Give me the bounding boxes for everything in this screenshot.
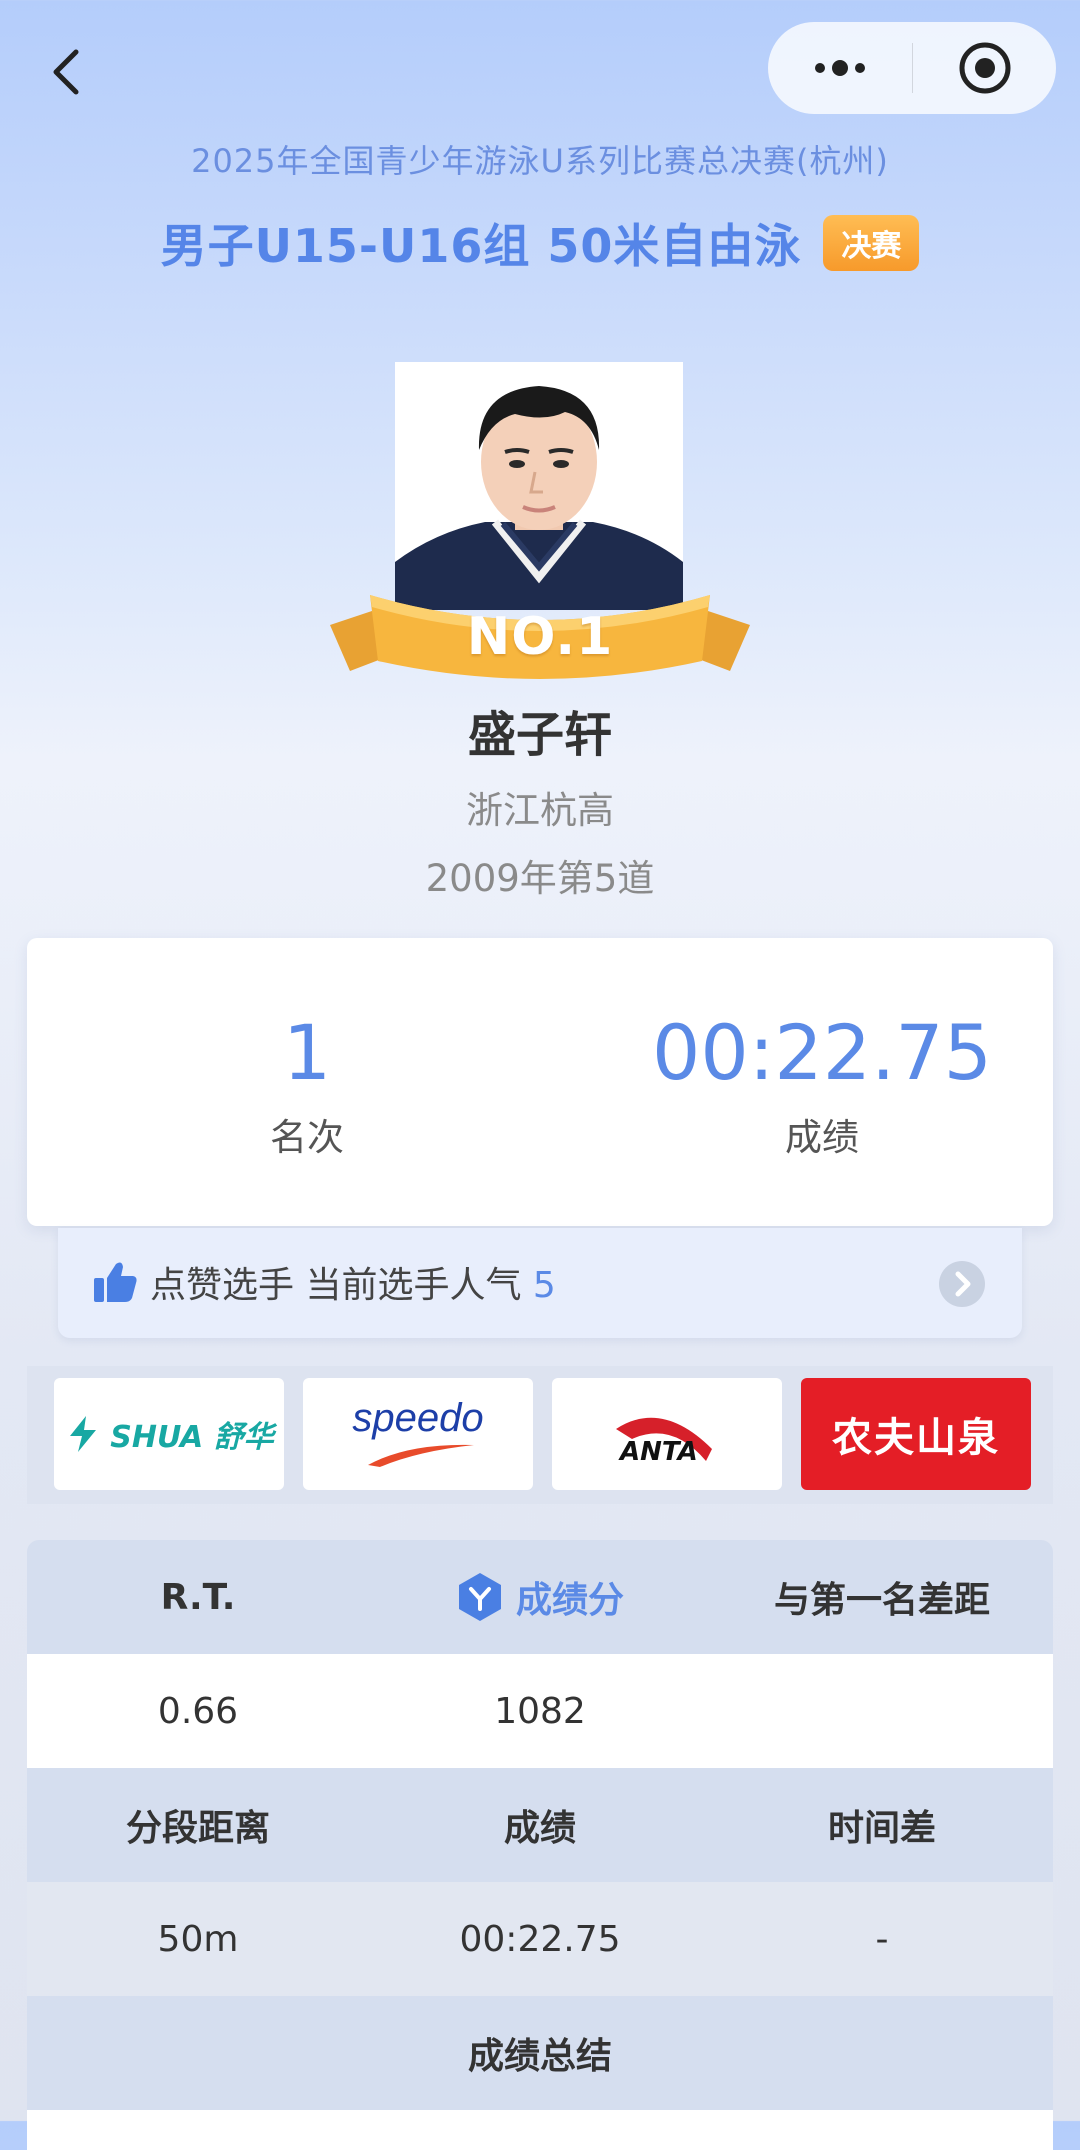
gap-value — [711, 1654, 1053, 1768]
sponsor-nongfu-label: 农夫山泉 — [832, 1415, 1000, 1461]
athlete-lane-info: 2009年第5道 — [425, 857, 655, 900]
header-rt: R.T. — [160, 1576, 236, 1618]
sponsor-shua-label: SHUA 舒华 — [110, 1420, 274, 1455]
rank-label: 名次 — [270, 1116, 344, 1159]
chevron-left-icon — [53, 49, 79, 95]
table-row: 0.66 1082 — [27, 1654, 1053, 1768]
event-title: 男子U15-U16组 50米自由泳 — [160, 219, 802, 273]
back-button[interactable] — [40, 30, 100, 110]
header-score: 成绩分 — [369, 1540, 711, 1654]
header-split-time: 成绩 — [503, 1808, 576, 1849]
stats-table: R.T. 成绩分 与第一名差距 0.66 1082 分段距离 成绩 时间差 50… — [27, 1540, 1053, 2150]
rank-value: 1 — [282, 1008, 332, 1097]
header-score-label: 成绩分 — [515, 1580, 624, 1621]
athlete-team: 浙江杭高 — [466, 789, 614, 832]
sponsor-anta-label: ANTA — [620, 1437, 698, 1467]
table-row: 50m 00:22.75 - — [27, 1882, 1053, 1996]
athlete-portrait-image — [395, 362, 683, 610]
like-count: 5 — [532, 1265, 556, 1306]
time-label: 成绩 — [785, 1116, 859, 1159]
mini-program-capsule — [768, 22, 1056, 114]
rank-badge-text: NO.1 — [466, 607, 614, 667]
chevron-right-circle-icon[interactable] — [938, 1260, 986, 1308]
header-split-distance: 分段距离 — [125, 1808, 270, 1849]
sponsor-shua[interactable]: SHUA 舒华 — [54, 1378, 284, 1490]
more-dots-icon — [814, 60, 865, 76]
summary-header: 成绩总结 — [467, 2036, 612, 2077]
score-value: 1082 — [494, 1690, 586, 1732]
speedo-boomerang-icon — [367, 1444, 474, 1467]
sponsor-strip: SHUA 舒华 speedo ANTA 农夫山泉 — [27, 1366, 1053, 1504]
athlete-name: 盛子轩 — [467, 707, 612, 763]
close-button[interactable] — [913, 40, 1056, 96]
sponsor-nongfu[interactable]: 农夫山泉 — [801, 1378, 1031, 1490]
rt-value: 0.66 — [157, 1690, 239, 1732]
split-time-value: 00:22.75 — [459, 1918, 621, 1960]
split-distance-value: 50m — [157, 1918, 239, 1960]
like-text: 点赞选手 当前选手人气 5 — [150, 1256, 556, 1308]
competition-title: 2025年全国青少年游泳U系列比赛总决赛(杭州) — [191, 142, 889, 180]
table-header-row: 分段距离 成绩 时间差 — [27, 1768, 1053, 1882]
table-row — [27, 2110, 1053, 2150]
target-close-icon — [959, 42, 1010, 94]
thumbs-up-icon — [94, 1262, 137, 1302]
sponsor-anta[interactable]: ANTA — [552, 1378, 782, 1490]
like-label: 点赞选手 当前选手人气 — [150, 1265, 522, 1306]
table-header-row: R.T. 成绩分 与第一名差距 — [27, 1540, 1053, 1654]
time-stat: 00:22.75 成绩 — [607, 1008, 1037, 1161]
final-tag: 决赛 — [823, 215, 920, 271]
header-time-diff: 时间差 — [827, 1808, 936, 1849]
time-value: 00:22.75 — [652, 1008, 992, 1097]
time-diff-value: - — [875, 1918, 889, 1960]
shua-bolt-icon — [70, 1416, 97, 1452]
header-gap: 与第一名差距 — [773, 1580, 990, 1621]
hexagon-score-icon — [458, 1573, 501, 1621]
sponsor-speedo-label: speedo — [352, 1395, 484, 1440]
athlete-photo — [395, 362, 683, 610]
rank-ribbon: NO.1 — [330, 585, 750, 685]
event-title-row: 男子U15-U16组 50米自由泳 决赛 — [0, 210, 1080, 276]
result-card: 1 名次 00:22.75 成绩 — [27, 938, 1053, 1226]
like-bar[interactable]: 点赞选手 当前选手人气 5 — [58, 1228, 1022, 1338]
table-header-row: 成绩总结 — [27, 1996, 1053, 2110]
sponsor-speedo[interactable]: speedo — [303, 1378, 533, 1490]
more-button[interactable] — [768, 58, 911, 78]
rank-stat: 1 名次 — [147, 1008, 467, 1161]
